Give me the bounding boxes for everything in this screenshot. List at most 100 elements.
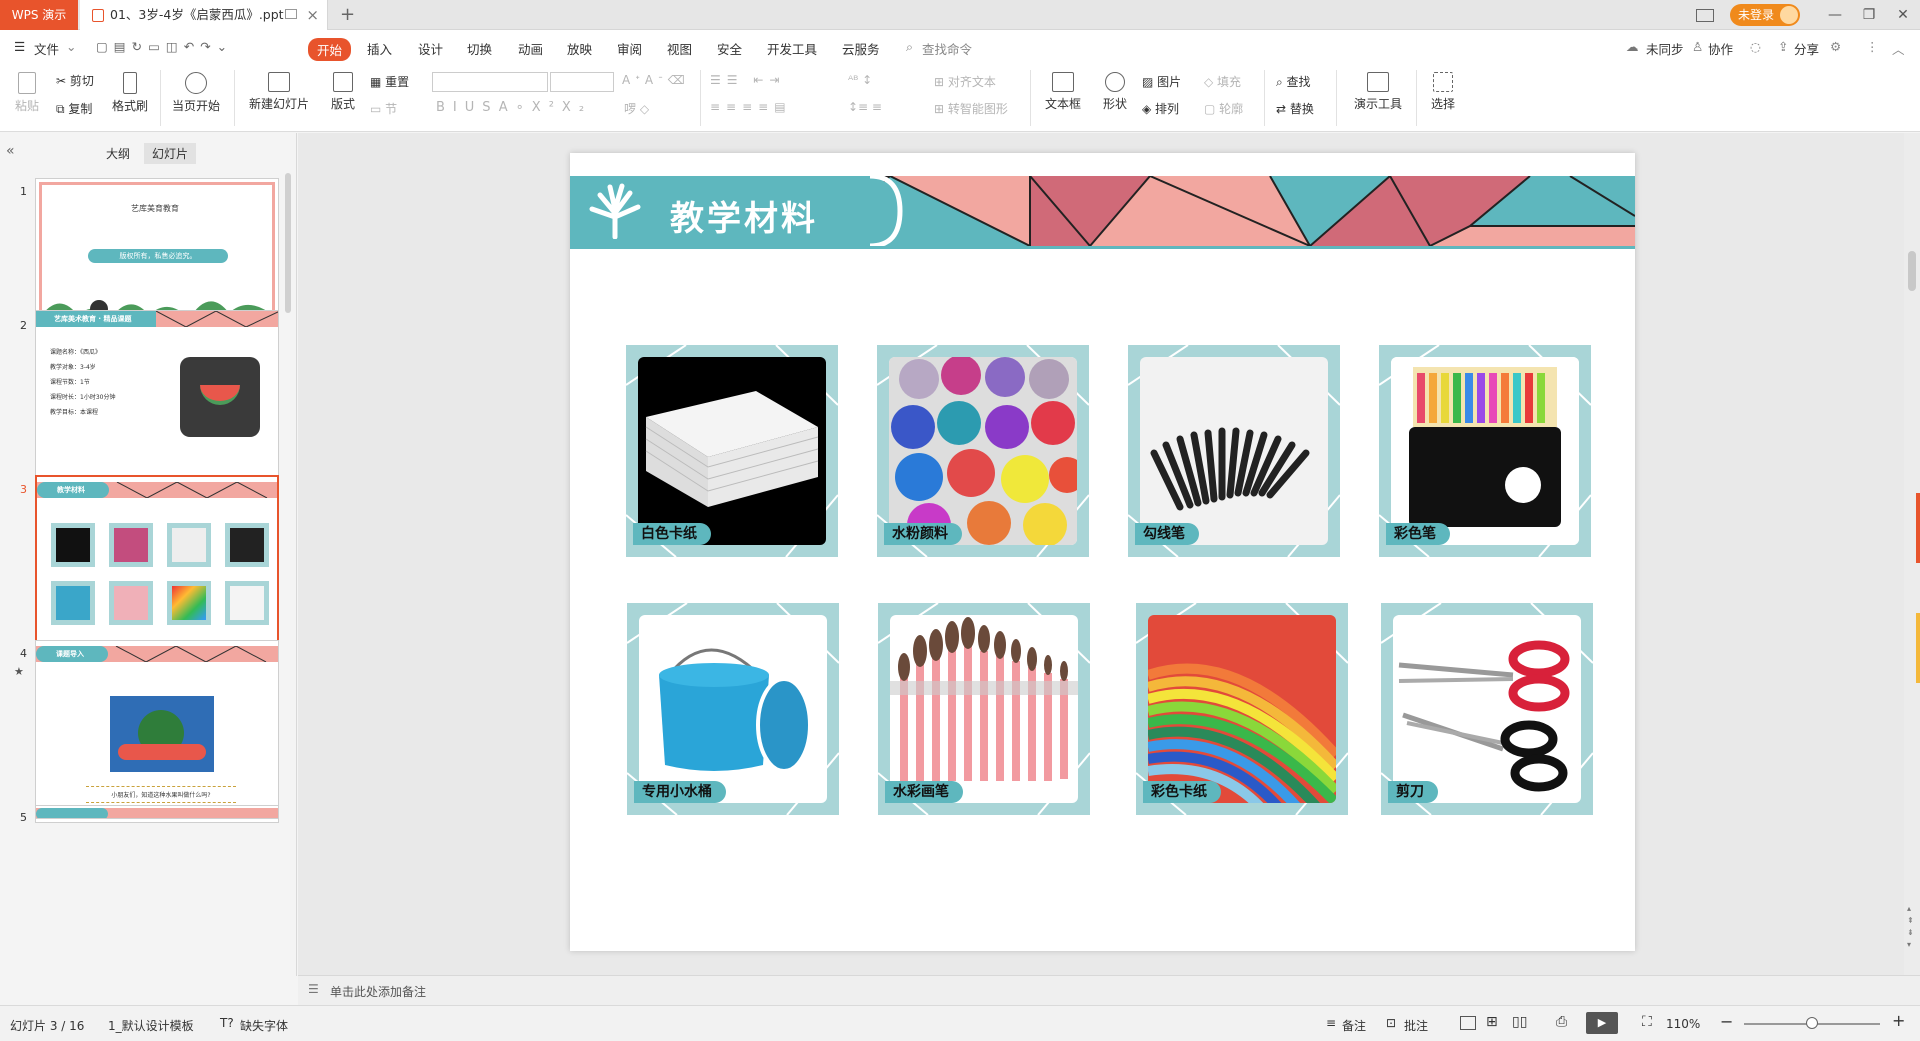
slide-thumbnail-2[interactable]: 艺库美术教育 · 精品课题 课题名称：《西瓜》 教学对象：3-4岁 课程节数：1…	[35, 310, 279, 493]
layout-button[interactable]: 版式	[326, 72, 360, 112]
share-button[interactable]: 分享	[1794, 39, 1819, 58]
material-card[interactable]: 白色卡纸	[626, 345, 838, 557]
reading-view-icon[interactable]: ▯▯	[1512, 1014, 1527, 1030]
shape-button[interactable]: 形状	[1098, 72, 1132, 112]
menu-file[interactable]: 文件	[34, 39, 59, 58]
material-card[interactable]: 彩色笔	[1379, 345, 1591, 557]
outline-tab[interactable]: 大纲	[106, 145, 130, 162]
collapse-panel-icon[interactable]: «	[6, 143, 15, 159]
menu-developer[interactable]: 开发工具	[767, 39, 817, 58]
menu-design[interactable]: 设计	[418, 39, 443, 58]
zoom-out-icon[interactable]: −	[1720, 1012, 1733, 1031]
smart-art-button[interactable]: ⊞ 转智能图形	[934, 100, 1008, 117]
slide-title[interactable]: 教学材料	[670, 191, 818, 240]
new-slide-button[interactable]: 新建幻灯片	[244, 72, 314, 112]
font-name-combo[interactable]	[432, 72, 548, 92]
chevron-down-icon[interactable]: ⌄	[66, 39, 76, 54]
slide-thumbnail-4[interactable]: 课题导入 小朋友们，知道这种水果叫做什么吗?	[35, 640, 279, 823]
font-style-buttons[interactable]: BIUSA∘X²X₂	[436, 100, 592, 115]
material-card[interactable]: 彩色卡纸	[1136, 603, 1348, 815]
notes-placeholder[interactable]: 单击此处添加备注	[330, 983, 426, 1000]
more-icon[interactable]: ⋮	[1866, 39, 1879, 54]
slide-thumbnail-5[interactable]	[35, 805, 279, 819]
menu-security[interactable]: 安全	[717, 39, 742, 58]
copy-button[interactable]: ⧉ 复制	[56, 100, 92, 117]
section-button[interactable]: ▭ 节	[370, 100, 397, 117]
menu-home[interactable]: 开始	[308, 38, 352, 61]
text-effect-buttons[interactable]: 啰 ◇	[624, 100, 649, 117]
menu-view[interactable]: 视图	[667, 39, 692, 58]
menu-review[interactable]: 审阅	[617, 39, 642, 58]
screen-mode-icon[interactable]	[1695, 8, 1714, 22]
menu-slideshow[interactable]: 放映	[567, 39, 592, 58]
cut-button[interactable]: ✂ 剪切	[56, 72, 94, 89]
monitor-icon[interactable]	[285, 9, 297, 19]
zoom-in-icon[interactable]: +	[1892, 1011, 1905, 1030]
select-button[interactable]: 选择	[1426, 72, 1460, 112]
menu-cloud[interactable]: 云服务	[842, 39, 880, 58]
minimize-icon[interactable]: —	[1818, 7, 1852, 23]
scroll-thumb[interactable]	[1908, 251, 1916, 291]
material-card[interactable]: 水粉颜料	[877, 345, 1089, 557]
collapse-ribbon-icon[interactable]: ︿	[1892, 39, 1905, 58]
list-buttons[interactable]: ☰☰ ⇤⇥	[710, 73, 785, 87]
presentation-tools-button[interactable]: 演示工具	[1346, 72, 1410, 112]
search-icon[interactable]: ⌕	[906, 39, 913, 55]
editor-scrollbar[interactable]: ▴ ⇞ ⇟ ▾	[1904, 133, 1920, 975]
template-name[interactable]: 1_默认设计模板	[108, 1017, 194, 1034]
play-from-current-button[interactable]: 当页开始	[166, 72, 226, 114]
comment-toggle[interactable]: 批注	[1404, 1017, 1428, 1034]
settings-icon[interactable]: ⚙	[1830, 39, 1841, 54]
outline-button[interactable]: ▢ 轮廓	[1204, 100, 1243, 117]
slide-thumbnail-3[interactable]: 教学材料	[35, 475, 279, 658]
font-size-buttons[interactable]: AᐩAᐨ⌫	[622, 73, 690, 87]
share-icon[interactable]: ⇪	[1778, 39, 1788, 54]
material-card[interactable]: 勾线笔	[1128, 345, 1340, 557]
notes-toggle[interactable]: 备注	[1342, 1017, 1366, 1034]
paragraph-align-buttons[interactable]: ≡≡≡≡▤	[710, 100, 792, 114]
align-text-button[interactable]: ⊞ 对齐文本	[934, 73, 996, 90]
reset-button[interactable]: ▦ 重置	[370, 73, 409, 90]
new-tab-icon[interactable]: +	[340, 0, 355, 30]
quick-access-icons[interactable]: ▢▤↻▭◫↶↷⌄	[96, 39, 233, 54]
fit-window-icon[interactable]: ⛶	[1642, 1014, 1652, 1030]
wps-app-tab[interactable]: WPS 演示	[0, 0, 78, 30]
search-command[interactable]: 查找命令	[922, 39, 972, 58]
menu-insert[interactable]: 插入	[367, 39, 392, 58]
menu-icon[interactable]: ☰	[14, 39, 25, 54]
close-window-icon[interactable]: ✕	[1886, 7, 1920, 23]
comment-icon[interactable]: ◌	[1750, 39, 1761, 54]
close-tab-icon[interactable]: ×	[306, 0, 319, 30]
restore-icon[interactable]: ❐	[1852, 7, 1886, 23]
missing-font-button[interactable]: 缺失字体	[240, 1017, 288, 1034]
format-painter-button[interactable]: 格式刷	[110, 72, 150, 114]
scroll-arrows-icon[interactable]: ▴ ⇞ ⇟ ▾	[1907, 903, 1914, 951]
play-button[interactable]: ▶	[1586, 1012, 1618, 1034]
zoom-level[interactable]: 110%	[1666, 1017, 1700, 1031]
camera-icon[interactable]: ⎙	[1556, 1014, 1567, 1030]
sync-status[interactable]: 未同步	[1646, 39, 1684, 58]
menu-animation[interactable]: 动画	[518, 39, 543, 58]
notes-bar[interactable]: ☰ 单击此处添加备注	[298, 975, 1920, 1005]
zoom-slider-handle[interactable]	[1806, 1017, 1818, 1029]
replace-button[interactable]: ⇄ 替换	[1276, 100, 1314, 117]
fill-button[interactable]: ◇ 填充	[1204, 73, 1241, 90]
sorter-view-icon[interactable]: ⊞	[1486, 1014, 1498, 1030]
material-card[interactable]: 剪刀	[1381, 603, 1593, 815]
font-size-combo[interactable]	[550, 72, 614, 92]
menu-transition[interactable]: 切换	[467, 39, 492, 58]
collaborate-icon[interactable]: ♙	[1692, 39, 1703, 54]
collaborate-button[interactable]: 协作	[1708, 39, 1733, 58]
document-tab[interactable]: 01、3岁-4岁《启蒙西瓜》.ppt ×	[80, 0, 328, 30]
material-card[interactable]: 水彩画笔	[878, 603, 1090, 815]
find-button[interactable]: ⌕ 查找	[1276, 73, 1311, 90]
line-spacing-buttons[interactable]: ↕≡ ≡	[848, 100, 882, 114]
picture-button[interactable]: ▨ 图片	[1142, 73, 1181, 90]
cloud-sync-icon[interactable]: ☁	[1626, 39, 1639, 54]
paste-button[interactable]: 粘贴	[12, 72, 42, 114]
current-slide[interactable]: 教学材料 白色卡纸 水粉颜料 勾线笔 彩色笔 专用小水桶 水彩画笔 彩色卡纸 剪…	[570, 153, 1635, 951]
arrange-button[interactable]: ◈ 排列	[1142, 100, 1179, 117]
textbox-button[interactable]: 文本框	[1040, 72, 1086, 112]
slides-tab[interactable]: 幻灯片	[144, 143, 197, 164]
text-direction-buttons[interactable]: ᴬᴮ ↕	[848, 73, 872, 87]
